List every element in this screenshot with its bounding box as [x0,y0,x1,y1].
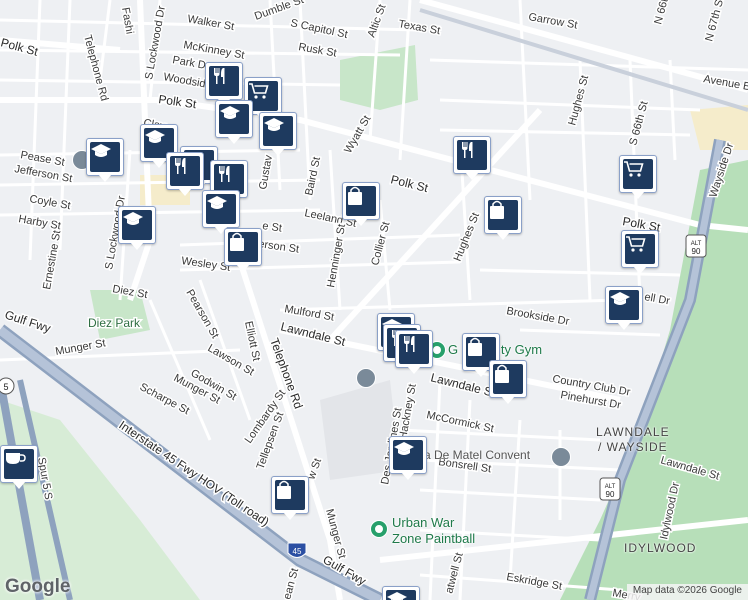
street-label-altic: Altic St [366,3,389,39]
street-label-gustav: Gustav [257,154,275,191]
marker-restaurant-5[interactable] [453,136,491,180]
graduation-cap-icon [393,440,423,470]
graduation-cap-icon [609,290,639,320]
area-label-lawndale: LAWNDALE [596,425,670,439]
marker-shopping-5[interactable] [489,360,527,404]
street-label-hughes-top: Hughes St [566,74,591,127]
street-label-brookside: Brookside Dr [505,305,570,328]
area-label-wayside: / WAYSIDE [597,440,668,454]
street-label-lawndale-left: Lawndale St [279,319,347,349]
street-label-pearson: Pearson St [183,288,221,341]
shield-route5: 5 [0,377,15,395]
street-label-collier: Collier St [369,221,392,267]
paintball-label-line1: Urban War [392,515,455,530]
marker-grocery-3[interactable] [621,230,659,274]
street-label-coyle: Coyle St [28,193,71,212]
street-label-texas: Texas St [397,18,441,37]
street-label-fashion: Fashi [119,6,135,35]
street-label-shell-dr: ell Dr [643,291,671,307]
marker-grocery-2[interactable] [619,155,657,199]
graduation-cap-icon [263,116,293,146]
svg-text:45: 45 [293,547,302,556]
shield-alt90-bottom: ALT 90 [599,477,621,501]
marker-school-6[interactable] [118,206,156,250]
shopping-bag-icon [228,232,258,262]
convent-poi-label[interactable]: a De Matel Convent [424,448,530,462]
marker-shopping-2[interactable] [342,182,380,226]
marker-shopping-3[interactable] [484,196,522,240]
google-logo: Google [5,576,71,597]
shopping-bag-icon [488,200,518,230]
street-label-polk-mid: Polk St [389,172,430,195]
fork-knife-icon [457,140,487,170]
street-label-avenue-b: Avenue B [702,73,748,93]
cart-icon [625,234,655,264]
marker-school-7[interactable] [605,286,643,330]
shopping-bag-icon [493,364,523,394]
fork-knife-icon [399,334,429,364]
svg-text:5: 5 [3,382,8,392]
marker-school-9[interactable] [389,436,427,480]
shield-i45: 45 [287,542,307,558]
convent-poi-icon[interactable] [551,447,571,467]
street-label-harby: Harby St [17,213,61,232]
street-label-eskridge: Eskridge St [505,571,562,593]
marker-school-10[interactable] [382,586,420,600]
graduation-cap-icon [90,142,120,172]
graduation-cap-icon [386,590,416,600]
area-label-idylwood: IDYLWOOD [624,541,697,555]
marker-shopping-1[interactable] [224,228,262,272]
fork-knife-icon [170,156,200,186]
marker-school-1[interactable] [215,100,253,144]
shield-alt90-top: ALT 90 [685,234,707,258]
graduation-cap-icon [206,194,236,224]
map-canvas[interactable]: Telephone Rd Fashi Walker St McKinney St… [0,0,748,600]
shopping-bag-icon [275,480,305,510]
street-label-s-capitol: S Capitol St [289,17,348,41]
marker-restaurant-3[interactable] [166,152,204,196]
marker-school-3[interactable] [86,138,124,182]
area-label-lawndale-wayside: LAWNDALE / WAYSIDE [596,425,670,455]
street-label-walker: Walker St [186,13,235,33]
cart-icon [623,159,653,189]
gym-poi-label-g[interactable]: G [448,342,458,357]
shopping-bag-icon [346,186,376,216]
gym-poi-label[interactable]: ity Gym [498,342,542,357]
street-label-n-66th: N 66th [652,0,672,26]
coffee-cup-icon [4,449,34,479]
street-label-baird: Baird St [303,156,323,197]
fork-knife-icon [209,66,239,96]
street-label-henninger: Henninger St [325,223,348,288]
street-label-s-lockwood-top: S Lockwood Dr [143,5,168,81]
diez-park-label: Diez Park [88,316,141,330]
marker-restaurant-7[interactable] [395,330,433,374]
map-attribution[interactable]: Map data ©2026 Google [626,584,748,600]
paintball-poi-icon[interactable] [370,520,388,538]
street-label-polk-left2: Polk St [158,92,198,111]
marker-shopping-6[interactable] [271,476,309,520]
street-label-ean-st: ean St [281,567,301,600]
street-label-e-st: e St [262,220,283,235]
graduation-cap-icon [219,104,249,134]
svg-text:90: 90 [692,247,701,256]
marker-school-2[interactable] [259,112,297,156]
graduation-cap-icon [122,210,152,240]
paintball-poi-label[interactable]: Urban War Zone Paintball [392,515,475,547]
marker-cafe-1[interactable] [0,445,38,489]
street-label-n-67th: N 67th St [703,0,726,43]
street-label-ernestine: Ernestine St [41,229,63,290]
svg-text:90: 90 [606,490,615,499]
school-poi-grey-icon[interactable] [356,368,376,388]
paintball-label-line2: Zone Paintball [392,531,476,546]
